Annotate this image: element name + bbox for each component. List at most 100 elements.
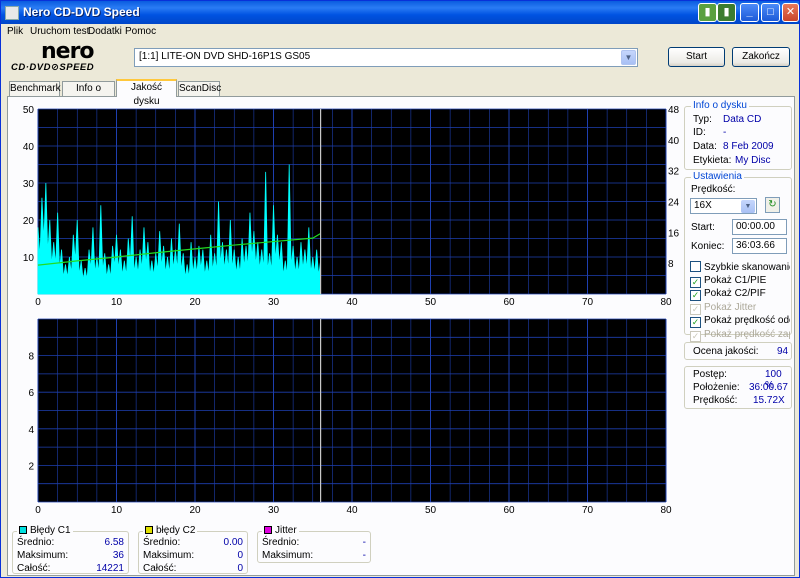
tab-disc-quality[interactable]: Jakość dysku xyxy=(116,79,177,107)
x-tick-label: 30 xyxy=(268,505,280,514)
c2-avg-value: 0.00 xyxy=(223,537,243,548)
disc-id-label: ID: xyxy=(693,127,706,138)
jitter-group: Jitter Średnio: - Maksimum: - xyxy=(257,525,371,563)
window-title: Nero CD-DVD Speed xyxy=(23,5,140,19)
c2-chart-svg: 0 10 20 30 40 50 60 70 80 2 4 6 8 xyxy=(28,318,672,516)
stop-button[interactable]: Zakończ xyxy=(732,47,790,67)
c1-total-label: Całość: xyxy=(17,563,51,574)
x-tick-label: 70 xyxy=(582,505,594,514)
checkbox-1[interactable]: ✓ Pokaż C1/PIE xyxy=(690,275,790,288)
speed-select-value: 16X xyxy=(694,200,712,211)
x-tick-label: 40 xyxy=(346,505,358,514)
tab-disc-info[interactable]: Info o dysku xyxy=(62,81,115,108)
tab-scandisc[interactable]: ScanDisc xyxy=(178,81,221,96)
x-tick-label: 10 xyxy=(111,505,123,514)
start-time-input[interactable]: 00:00.00 xyxy=(732,219,787,235)
jitter-avg-value: - xyxy=(362,537,366,548)
app-icon[interactable] xyxy=(5,6,19,20)
nero-logo: nero CD·DVD⊘SPEED xyxy=(9,39,129,73)
progress-label: Postęp: xyxy=(693,369,727,380)
speed-select[interactable]: 16X ▼ xyxy=(690,198,757,214)
checkmark-icon[interactable]: ✓ xyxy=(690,290,701,301)
c2-chart: 0 10 20 30 40 50 60 70 80 2 4 6 8 xyxy=(12,311,692,517)
disc-type-label: Typ: xyxy=(693,114,712,125)
checkbox-0[interactable]: Szybkie skanowanie xyxy=(690,261,790,273)
maximize-icon[interactable]: □ xyxy=(761,3,780,22)
disc-date-label: Data: xyxy=(693,141,717,152)
refresh-icon[interactable]: ↻ xyxy=(765,197,780,213)
jitter-avg-label: Średnio: xyxy=(262,537,300,548)
y-tick-label: 10 xyxy=(23,253,35,264)
menu-run-test[interactable]: Uruchom test xyxy=(30,26,89,37)
checkbox-label: Szybkie skanowanie xyxy=(704,262,790,273)
x-tick-label: 50 xyxy=(425,505,437,514)
position-value: 36:00.67 xyxy=(749,382,788,393)
checkbox-2[interactable]: ✓ Pokaż C2/PIF xyxy=(690,288,790,301)
c1-avg-label: Średnio: xyxy=(17,537,55,548)
menu-file[interactable]: Plik xyxy=(7,26,23,37)
jitter-title: Jitter xyxy=(262,525,299,536)
quality-label: Ocena jakości: xyxy=(693,346,759,357)
tab-benchmark[interactable]: Benchmark xyxy=(9,81,61,96)
checkmark-icon[interactable]: ✓ xyxy=(690,303,701,315)
menu-extras[interactable]: Dodatki xyxy=(88,26,122,37)
y2-tick-label: 32 xyxy=(668,167,680,178)
checkbox-3: ✓ Pokaż Jitter xyxy=(690,302,790,315)
c1-avg-value: 6.58 xyxy=(104,537,124,548)
y2-tick-label: 16 xyxy=(668,228,680,239)
y2-tick-label: 48 xyxy=(668,105,680,116)
app-window: Nero CD-DVD Speed ▮ ▮ _ □ ✕ Plik Uruchom… xyxy=(0,0,800,578)
tray-icon-2[interactable]: ▮ xyxy=(717,3,736,22)
checkbox-empty-icon[interactable] xyxy=(690,261,701,272)
y2-tick-label: 8 xyxy=(668,259,674,270)
x-tick-label: 10 xyxy=(111,297,123,308)
minimize-icon[interactable]: _ xyxy=(740,3,759,22)
c2-errors-title-text: błędy C2 xyxy=(156,525,196,536)
x-tick-label: 60 xyxy=(503,297,515,308)
menu-help[interactable]: Pomoc xyxy=(125,26,156,37)
c2-color-swatch xyxy=(145,526,153,534)
y2-tick-label: 24 xyxy=(668,198,680,209)
x-tick-label: 20 xyxy=(189,505,201,514)
jitter-max-label: Maksimum: xyxy=(262,550,314,561)
checkmark-icon[interactable]: ✓ xyxy=(690,317,701,328)
c2-errors-title: błędy C2 xyxy=(143,525,198,536)
checkbox-4[interactable]: ✓Pokaż prędkość odczytu xyxy=(690,315,790,328)
disc-label-value: My Disc xyxy=(735,155,771,166)
checkbox-label: Pokaż C1/PIE xyxy=(704,274,767,286)
c2-avg-label: Średnio: xyxy=(143,537,181,548)
x-tick-label: 20 xyxy=(189,297,201,308)
close-icon[interactable]: ✕ xyxy=(782,3,799,22)
y-tick-label: 8 xyxy=(28,352,34,363)
progress-group: Postęp: 100 % Położenie: 36:00.67 Prędko… xyxy=(684,366,792,409)
start-label: Start: xyxy=(691,222,715,233)
y-tick-label: 50 xyxy=(23,105,35,116)
c1-errors-title-text: Błędy C1 xyxy=(30,525,71,536)
title-bar[interactable]: Nero CD-DVD Speed ▮ ▮ _ □ ✕ xyxy=(1,1,799,24)
c2-max-value: 0 xyxy=(237,550,243,561)
tray-icon[interactable]: ▮ xyxy=(698,3,717,22)
end-time-input[interactable]: 36:03.66 xyxy=(732,238,787,254)
x-tick-label: 60 xyxy=(503,505,515,514)
start-button[interactable]: Start xyxy=(668,47,725,67)
quality-value: 94 xyxy=(777,346,789,357)
x-tick-label: 50 xyxy=(425,297,437,308)
menu-bar: Plik Uruchom test Dodatki Pomoc xyxy=(1,24,799,41)
c1-chart: 0 10 20 30 40 50 60 70 80 10 20 30 40 50 8 16 24 32 40 48 xyxy=(12,101,692,316)
chevron-down-icon[interactable]: ▼ xyxy=(621,50,636,65)
disc-quality-panel: 0 10 20 30 40 50 60 70 80 10 20 30 40 50 8 16 24 32 40 48 0… xyxy=(7,96,795,576)
y-tick-label: 6 xyxy=(28,388,34,399)
c2-total-label: Całość: xyxy=(143,563,177,574)
checkbox-label: Pokaż Jitter xyxy=(704,301,757,313)
settings-title: Ustawienia xyxy=(691,171,744,182)
logo-cd-dvd-speed-text: CD·DVD⊘SPEED xyxy=(11,62,95,73)
disc-info-group: Info o dysku Typ: Data CD ID: - Data: 8 … xyxy=(684,100,792,170)
checkbox-label: Pokaż prędkość odczytu xyxy=(704,315,790,326)
position-label: Położenie: xyxy=(693,382,740,393)
x-tick-label: 0 xyxy=(35,505,41,514)
quality-group: Ocena jakości: 94 xyxy=(684,342,792,360)
checkmark-icon[interactable]: ✓ xyxy=(690,330,701,342)
checkmark-icon[interactable]: ✓ xyxy=(690,276,701,288)
chevron-down-icon[interactable]: ▼ xyxy=(741,200,755,213)
drive-select[interactable]: [1:1] LITE-ON DVD SHD-16P1S GS05 ▼ xyxy=(134,48,638,67)
